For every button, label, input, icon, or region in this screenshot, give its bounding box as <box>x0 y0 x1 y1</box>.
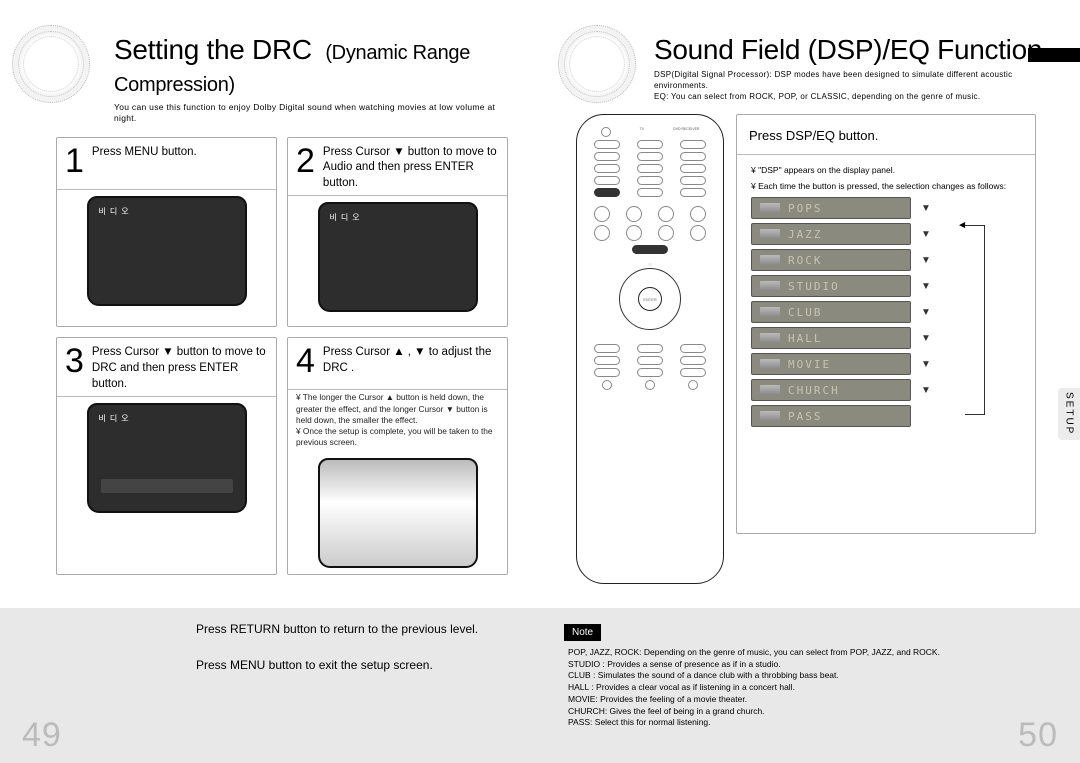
bullet: ¥ "DSP" appears on the display panel. <box>751 165 1021 175</box>
mode-chip: CHURCH <box>751 379 911 401</box>
mode-desc: STUDIO : Provides a sense of presence as… <box>568 659 1056 671</box>
speaker-icon <box>760 255 780 265</box>
step-card-1: 1 Press MENU button. 비디오 <box>56 137 277 328</box>
chevron-down-icon: ▼ <box>921 281 931 292</box>
footer-menu-text: Press MENU button to exit the setup scre… <box>196 658 516 672</box>
mode-desc: MOVIE: Provides the feeling of a movie t… <box>568 694 1056 706</box>
speaker-icon <box>760 203 780 213</box>
step-text: Press MENU button. <box>92 142 197 161</box>
dsp-eq-button-icon <box>594 188 620 197</box>
side-tab-label: SETUP <box>1064 392 1075 435</box>
mode-chip: CLUB <box>751 301 911 323</box>
step-text: Press Cursor ▲ , ▼ to adjust the DRC . <box>323 342 499 376</box>
tv-label: 비디오 <box>99 413 133 424</box>
chevron-down-icon: ▼ <box>921 203 931 214</box>
chevron-down-icon: ▼ <box>921 307 931 318</box>
step-card-3: 3 Press Cursor ▼ button to move to DRC a… <box>56 337 277 575</box>
decorative-swirl-icon <box>558 25 636 103</box>
page-title-right: Sound Field (DSP)/EQ Function <box>654 34 1058 66</box>
enter-button-icon: ENTER <box>638 287 662 311</box>
tv-screen-icon <box>318 458 478 568</box>
bullet: ¥ Each time the button is pressed, the s… <box>751 181 1021 191</box>
page-number: 50 <box>1018 716 1058 755</box>
dsp-eq-card: Press DSP/EQ button. ¥ "DSP" appears on … <box>736 114 1036 534</box>
speaker-icon <box>760 359 780 369</box>
chevron-down-icon: ▼ <box>921 359 931 370</box>
card-head-text: Press DSP/EQ button. <box>749 123 878 145</box>
mode-desc: CHURCH: Gives the feel of being in a gra… <box>568 706 1056 718</box>
mode-chip: STUDIO <box>751 275 911 297</box>
step-text: Press Cursor ▼ button to move to Audio a… <box>323 142 499 192</box>
chevron-down-icon: ▼ <box>921 333 931 344</box>
step-number: 2 <box>296 142 315 178</box>
intro-text: DSP(Digital Signal Processor): DSP modes… <box>654 70 1048 102</box>
mode-chip: PASS <box>751 405 911 427</box>
chevron-down-icon: ▼ <box>921 255 931 266</box>
mode-chip: HALL <box>751 327 911 349</box>
decorative-swirl-icon <box>12 25 90 103</box>
step-note: ¥ Once the setup is complete, you will b… <box>296 426 499 448</box>
remote-control-illustration: TVDVD RECEIVER ENTER <box>576 114 724 584</box>
intro-text: You can use this function to enjoy Dolby… <box>114 102 508 125</box>
footer-return-text: Press RETURN button to return to the pre… <box>196 622 516 636</box>
mode-desc: POP, JAZZ, ROCK: Depending on the genre … <box>568 647 1056 659</box>
speaker-icon <box>760 385 780 395</box>
chevron-down-icon: ▼ <box>921 229 931 240</box>
mode-chip: JAZZ <box>751 223 911 245</box>
mode-chip: POPS <box>751 197 911 219</box>
speaker-icon <box>760 411 780 421</box>
speaker-icon <box>760 307 780 317</box>
speaker-icon <box>760 333 780 343</box>
mode-chip: ROCK <box>751 249 911 271</box>
mode-desc: CLUB : Simulates the sound of a dance cl… <box>568 670 1056 682</box>
section-marker-icon <box>1028 48 1080 62</box>
step-number: 3 <box>65 342 84 378</box>
step-number: 1 <box>65 142 84 178</box>
tv-screen-icon: 비디오 <box>318 202 478 312</box>
tv-screen-icon: 비디오 <box>87 403 247 513</box>
title-main: Setting the DRC <box>114 34 312 65</box>
speaker-icon <box>760 229 780 239</box>
step-note: ¥ The longer the Cursor ▲ button is held… <box>296 392 499 426</box>
mode-chip: MOVIE <box>751 353 911 375</box>
step-card-2: 2 Press Cursor ▼ button to move to Audio… <box>287 137 508 328</box>
tv-screen-icon: 비디오 <box>87 196 247 306</box>
mode-desc: PASS: Select this for normal listening. <box>568 717 1056 729</box>
step-text: Press Cursor ▼ button to move to DRC and… <box>92 342 268 392</box>
side-tab-setup: SETUP <box>1058 388 1080 440</box>
chevron-down-icon: ▼ <box>921 385 931 396</box>
step-number: 4 <box>296 342 315 378</box>
speaker-icon <box>760 281 780 291</box>
mode-desc: HALL : Provides a clear vocal as if list… <box>568 682 1056 694</box>
tv-label: 비디오 <box>99 206 133 217</box>
step-card-4: 4 Press Cursor ▲ , ▼ to adjust the DRC .… <box>287 337 508 575</box>
page-title-left: Setting the DRC (Dynamic Range Compressi… <box>114 34 518 98</box>
note-badge: Note <box>564 624 601 641</box>
page-number: 49 <box>22 716 62 755</box>
tv-label: 비디오 <box>330 212 364 223</box>
